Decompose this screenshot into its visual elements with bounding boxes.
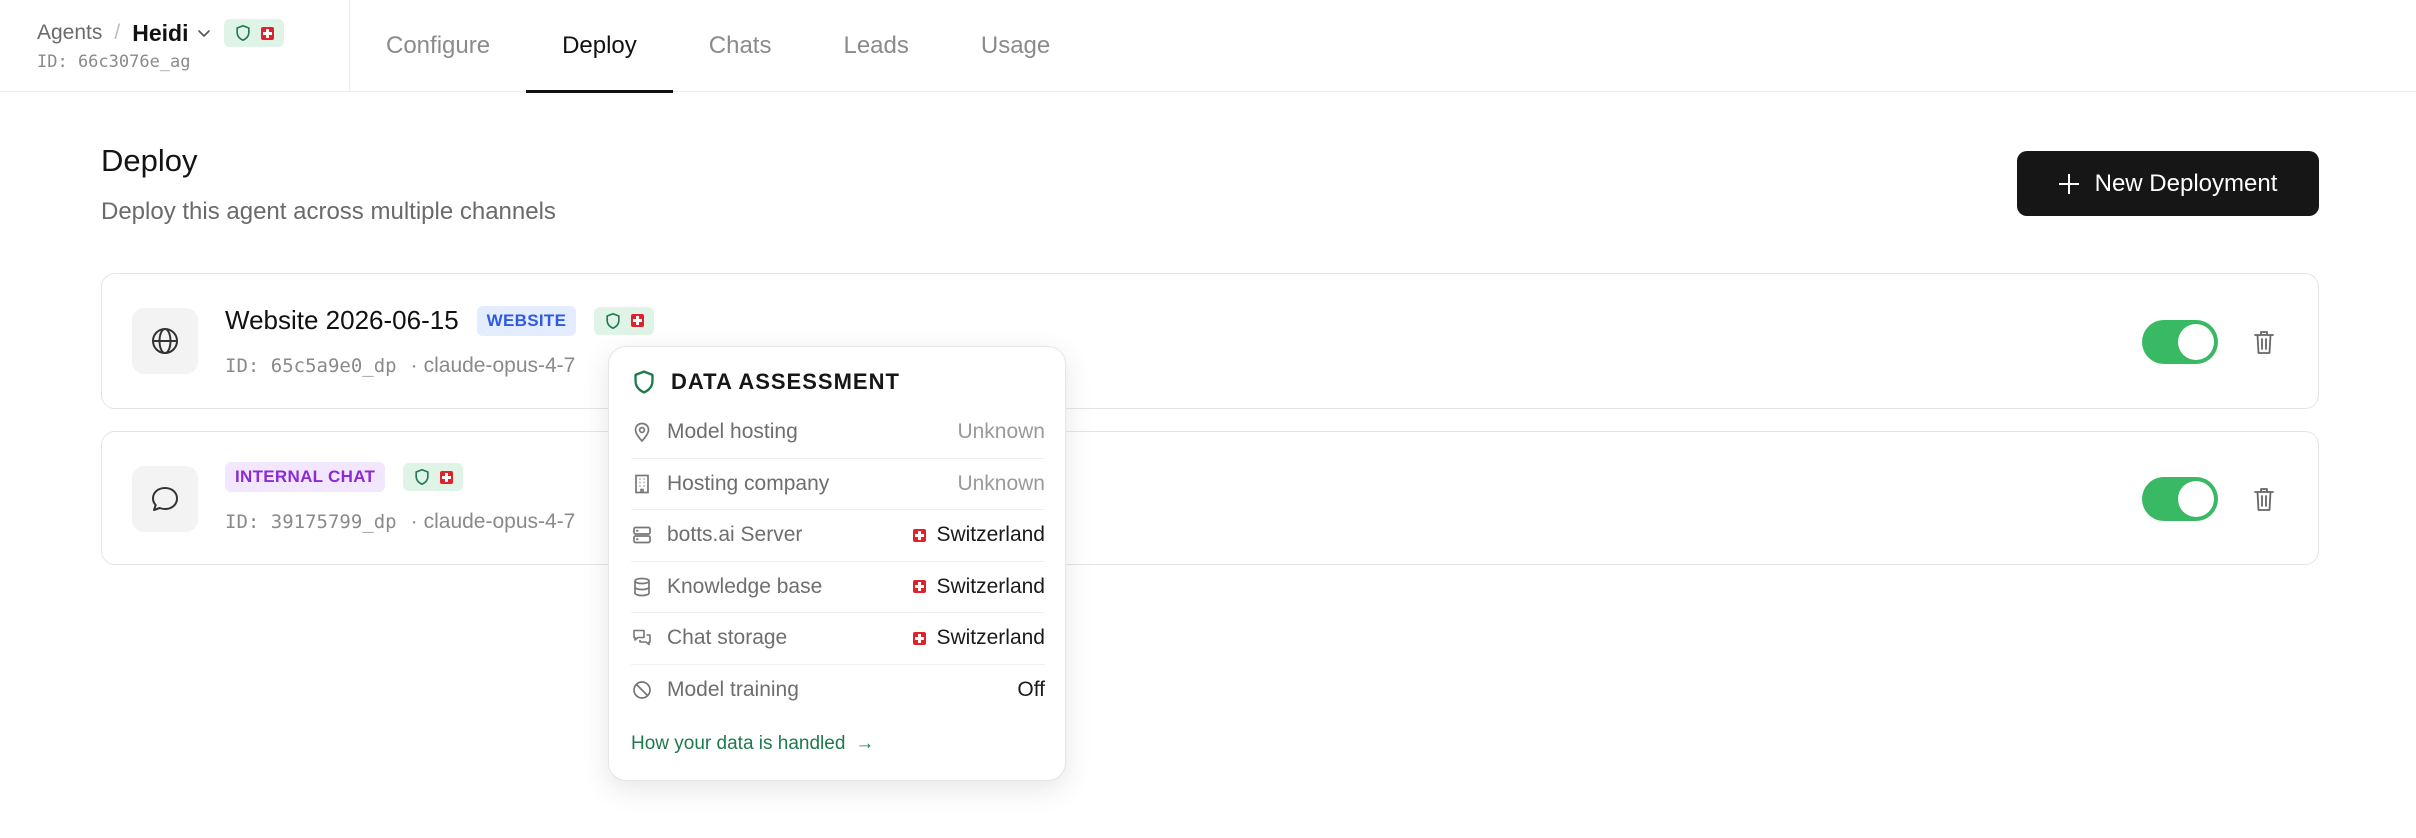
- meta-separator: ·: [410, 354, 418, 377]
- swiss-flag-icon: [913, 580, 927, 594]
- assessment-row: Chat storage Switzerland: [631, 613, 1045, 665]
- swiss-flag-icon: [440, 470, 454, 484]
- deployment-card[interactable]: Website 2026-06-15 WEBSITE ID: 65c5a9e0_…: [101, 273, 2319, 409]
- server-icon: [633, 526, 651, 544]
- tab-bar: Configure Deploy Chats Leads Usage: [350, 0, 1086, 93]
- trash-icon[interactable]: [2252, 485, 2276, 513]
- data-assessment-popover: DATA ASSESSMENT Model hosting Unknown Ho…: [608, 346, 1066, 781]
- popover-header: DATA ASSESSMENT: [631, 369, 900, 395]
- assessment-label: Knowledge base: [667, 574, 823, 598]
- top-bar: Agents / Heidi ID: 66c3076e_ag Configure…: [0, 0, 2416, 93]
- chevron-down-icon[interactable]: [196, 25, 212, 41]
- assessment-list: Model hosting Unknown Hosting company Un…: [631, 407, 1045, 716]
- globe-icon: [152, 328, 178, 354]
- data-handling-link[interactable]: How your data is handled →: [631, 733, 874, 755]
- tab-deploy[interactable]: Deploy: [526, 0, 673, 93]
- popover-title: DATA ASSESSMENT: [671, 369, 900, 394]
- channel-icon-tile: [132, 466, 198, 532]
- assessment-row: Hosting company Unknown: [631, 459, 1045, 510]
- assessment-label: Model hosting: [667, 420, 798, 444]
- shield-icon: [634, 370, 654, 394]
- deployment-title-row: INTERNAL CHAT: [225, 462, 464, 492]
- deployment-model: claude-opus-4-7: [423, 510, 576, 533]
- assessment-row: Model hosting Unknown: [631, 407, 1045, 459]
- swiss-flag-icon: [913, 631, 927, 645]
- shield-icon: [236, 24, 251, 42]
- deployment-title-row: Website 2026-06-15 WEBSITE: [225, 305, 655, 336]
- tab-usage[interactable]: Usage: [945, 0, 1086, 92]
- shield-icon: [606, 312, 620, 329]
- assessment-value-text: Switzerland: [936, 523, 1045, 547]
- data-assessment-badge[interactable]: [594, 306, 655, 335]
- deployment-card[interactable]: INTERNAL CHAT ID: 39175799_dp · claude-o…: [101, 431, 2319, 565]
- agent-header: Agents / Heidi ID: 66c3076e_ag: [0, 0, 350, 92]
- assessment-row: botts.ai Server Switzerland: [631, 510, 1045, 562]
- arrow-right-icon: →: [855, 733, 875, 754]
- deployment-id: ID: 65c5a9e0_dp: [225, 355, 397, 377]
- channel-icon-tile: [132, 308, 198, 374]
- breadcrumb-agents-link[interactable]: Agents: [37, 21, 102, 45]
- breadcrumb: Agents / Heidi: [37, 18, 285, 48]
- assessment-value: Switzerland: [913, 523, 1045, 547]
- deployment-model: claude-opus-4-7: [423, 354, 576, 377]
- data-handling-link-label: How your data is handled: [631, 733, 846, 754]
- tab-chats[interactable]: Chats: [673, 0, 808, 92]
- meta-separator: ·: [410, 510, 418, 533]
- agent-id: ID: 66c3076e_ag: [37, 52, 191, 72]
- data-assessment-badge[interactable]: [224, 19, 285, 47]
- chat-storage-icon: [633, 629, 651, 646]
- map-pin-icon: [634, 422, 650, 443]
- deployment-title: Website 2026-06-15: [225, 305, 459, 335]
- new-deployment-button[interactable]: New Deployment: [2017, 151, 2319, 216]
- assessment-label: Hosting company: [667, 471, 830, 495]
- tab-leads[interactable]: Leads: [807, 0, 944, 92]
- swiss-flag-icon: [631, 314, 645, 327]
- deployment-enabled-toggle[interactable]: [2142, 320, 2218, 364]
- page-subtitle: Deploy this agent across multiple channe…: [101, 198, 556, 225]
- shield-icon: [415, 468, 429, 486]
- assessment-row: Knowledge base Switzerland: [631, 562, 1045, 613]
- chat-bubble-icon: [152, 487, 178, 511]
- page-title: Deploy: [101, 143, 198, 178]
- assessment-value: Switzerland: [913, 626, 1045, 650]
- tab-configure[interactable]: Configure: [350, 0, 526, 92]
- deployment-id: ID: 39175799_dp: [225, 511, 397, 533]
- deployment-meta: ID: 39175799_dp · claude-opus-4-7: [225, 510, 575, 534]
- assessment-row: Model training Off: [631, 665, 1045, 717]
- assessment-value: Unknown: [957, 471, 1045, 495]
- assessment-value-text: Switzerland: [936, 626, 1045, 650]
- assessment-label: botts.ai Server: [667, 523, 803, 547]
- new-deployment-label: New Deployment: [2094, 169, 2278, 197]
- assessment-label: Chat storage: [667, 626, 788, 650]
- swiss-flag-icon: [913, 528, 927, 542]
- database-icon: [634, 577, 650, 597]
- assessment-value: Off: [1017, 678, 1045, 702]
- ban-icon: [633, 681, 651, 700]
- building-icon: [635, 474, 649, 494]
- deployment-enabled-toggle[interactable]: [2142, 477, 2218, 521]
- breadcrumb-separator: /: [114, 21, 121, 44]
- channel-tag-website: WEBSITE: [476, 305, 577, 336]
- data-assessment-badge[interactable]: [403, 463, 464, 491]
- plus-icon: [2058, 173, 2079, 194]
- deployment-meta: ID: 65c5a9e0_dp · claude-opus-4-7: [225, 354, 575, 378]
- assessment-label: Model training: [667, 678, 799, 702]
- trash-icon[interactable]: [2252, 328, 2276, 356]
- assessment-value: Unknown: [957, 420, 1045, 444]
- assessment-value-text: Switzerland: [936, 574, 1045, 598]
- channel-tag-internal-chat: INTERNAL CHAT: [225, 462, 386, 492]
- agent-name[interactable]: Heidi: [132, 20, 188, 47]
- swiss-flag-icon: [261, 26, 275, 40]
- assessment-value: Switzerland: [913, 575, 1045, 599]
